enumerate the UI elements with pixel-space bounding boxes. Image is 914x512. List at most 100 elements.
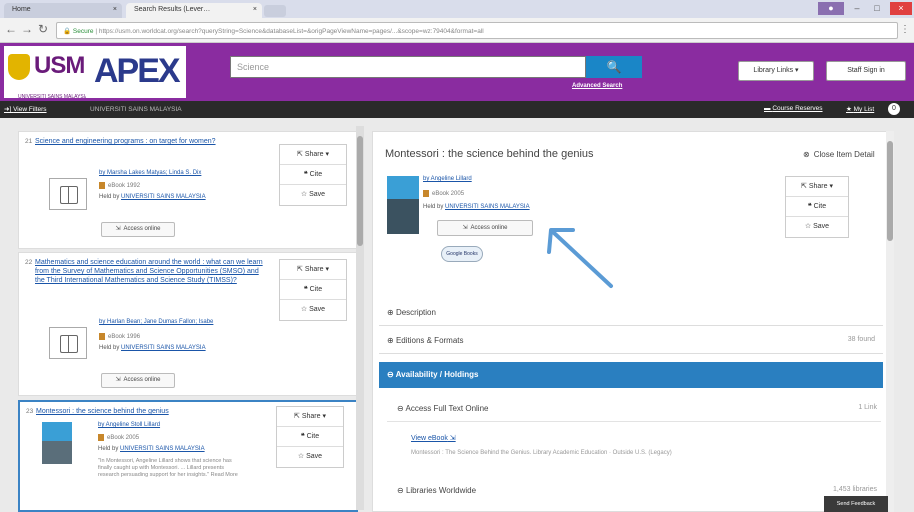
- usm-logo[interactable]: USM UNIVERSITI SAINS MALAYSIA: [4, 46, 502, 112]
- view-ebook-link[interactable]: View eBook ⇲: [411, 434, 456, 442]
- results-scrollbar[interactable]: [356, 126, 364, 510]
- browser-menu-icon[interactable]: ⋮: [900, 24, 910, 35]
- section-availability-holdings[interactable]: ⊖ Availability / Holdings: [379, 362, 883, 388]
- ebook-icon: [423, 190, 429, 197]
- lock-icon: 🔒: [63, 28, 73, 35]
- cite-label: Cite: [306, 433, 320, 440]
- share-button[interactable]: ⇱ Share ▾: [786, 177, 848, 197]
- back-icon[interactable]: ←: [4, 22, 18, 36]
- institution-label: UNIVERSITI SAINS MALAYSIA: [90, 106, 182, 113]
- access-full-text-row[interactable]: ⊖ Access Full Text Online 1 Link: [387, 396, 881, 422]
- detail-held-by-link[interactable]: UNIVERSITI SAINS MALAYSIA: [445, 204, 530, 210]
- url-text: https://usm.on.worldcat.org/search?query…: [98, 28, 484, 35]
- view-ebook-label: View eBook: [411, 435, 448, 442]
- staff-sign-in-button[interactable]: Staff Sign in: [826, 61, 906, 81]
- result-format: eBook 2005: [98, 434, 139, 441]
- share-label: Share ▾: [808, 183, 833, 190]
- result-format-text: eBook 2005: [107, 435, 140, 442]
- access-online-button[interactable]: ⇲ Access online: [101, 222, 175, 237]
- reload-icon[interactable]: ↻: [36, 22, 50, 36]
- window-close-icon[interactable]: ×: [890, 2, 912, 15]
- my-list-count-badge: 0: [888, 103, 900, 115]
- cite-button[interactable]: ❝ Cite: [277, 427, 343, 447]
- save-button[interactable]: ☆ Save: [280, 185, 346, 205]
- share-button[interactable]: ⇱ Share ▾: [280, 260, 346, 280]
- new-tab-button[interactable]: [264, 5, 286, 17]
- view-filters-label: View Filters: [13, 106, 47, 113]
- view-filters-link[interactable]: ➜] View Filters: [4, 105, 47, 113]
- scrollbar-thumb[interactable]: [887, 141, 893, 241]
- detail-format: eBook 2005: [423, 190, 464, 197]
- save-label: Save: [306, 453, 323, 460]
- site-header: USM UNIVERSITI SAINS MALAYSIA APEX Scien…: [0, 43, 914, 112]
- editions-count: 38 found: [847, 336, 875, 343]
- result-authors[interactable]: by Angeline Stoll Lillard: [98, 422, 160, 428]
- advanced-search-link[interactable]: Advanced Search: [572, 83, 622, 89]
- detail-scrollbar[interactable]: [886, 131, 894, 512]
- close-icon[interactable]: ×: [113, 6, 117, 13]
- result-number: 21: [25, 138, 33, 145]
- save-button[interactable]: ☆ Save: [786, 217, 848, 237]
- section-label: Access Full Text Online: [405, 404, 489, 413]
- minimize-icon[interactable]: –: [848, 2, 866, 15]
- section-editions-formats[interactable]: ⊕ Editions & Formats 38 found: [379, 328, 883, 354]
- scrollbar-thumb[interactable]: [357, 136, 363, 246]
- result-actions: ⇱ Share ▾ ❝ Cite ☆ Save: [276, 406, 344, 468]
- result-held-by-link[interactable]: UNIVERSITI SAINS MALAYSIA: [121, 194, 206, 200]
- section-description[interactable]: ⊕ Description: [379, 300, 883, 326]
- result-card: 21 Science and engineering programs : on…: [18, 131, 358, 249]
- library-links-button[interactable]: Library Links ▾: [738, 61, 814, 81]
- browser-tab-home[interactable]: Home ×: [4, 3, 122, 18]
- result-held-by-link[interactable]: UNIVERSITI SAINS MALAYSIA: [121, 345, 206, 351]
- result-held-by: Held by UNIVERSITI SAINS MALAYSIA: [99, 194, 206, 200]
- apex-logo[interactable]: APEX: [86, 46, 186, 98]
- result-held-by-link[interactable]: UNIVERSITI SAINS MALAYSIA: [120, 446, 205, 452]
- section-label: Editions & Formats: [395, 336, 464, 345]
- address-bar[interactable]: 🔒 Secure | https://usm.on.worldcat.org/s…: [56, 22, 898, 39]
- result-format-text: eBook 1996: [108, 334, 141, 341]
- search-button[interactable]: 🔍: [586, 56, 642, 78]
- cite-button[interactable]: ❝ Cite: [786, 197, 848, 217]
- apex-logo-text: APEX: [94, 52, 181, 90]
- annotation-arrow-icon: [547, 228, 613, 288]
- ebook-icon: [98, 434, 104, 441]
- section-label: Libraries Worldwide: [405, 486, 477, 495]
- share-label: Share ▾: [301, 413, 326, 420]
- close-icon[interactable]: ×: [253, 6, 257, 13]
- result-authors[interactable]: by Harlan Bean; Jane Dumas Fallon; Isabe: [99, 319, 213, 325]
- result-title-link[interactable]: Science and engineering programs : on ta…: [35, 137, 267, 146]
- held-by-label: Held by: [423, 204, 444, 210]
- share-button[interactable]: ⇱ Share ▾: [280, 145, 346, 165]
- access-online-button[interactable]: ⇲ Access online: [437, 220, 533, 236]
- result-title-link[interactable]: Montessori : the science behind the geni…: [36, 407, 268, 416]
- course-reserves-link[interactable]: ▬ Course Reserves: [764, 105, 823, 112]
- close-item-detail-button[interactable]: ⊗ Close Item Detail: [803, 150, 879, 159]
- google-books-button[interactable]: Google Books: [441, 246, 483, 262]
- access-online-button[interactable]: ⇲ Access online: [101, 373, 175, 388]
- result-title-link[interactable]: Mathematics and science education around…: [35, 258, 267, 285]
- user-profile-button[interactable]: ●: [818, 2, 844, 15]
- libraries-worldwide-row[interactable]: ⊖ Libraries Worldwide 1,453 libraries: [387, 478, 881, 504]
- browser-nav-bar: ← → ↻ 🔒 Secure | https://usm.on.worldcat…: [0, 18, 914, 43]
- result-held-by: Held by UNIVERSITI SAINS MALAYSIA: [99, 345, 206, 351]
- browser-tab-search[interactable]: Search Results (Lever… ×: [126, 3, 262, 18]
- share-button[interactable]: ⇱ Share ▾: [277, 407, 343, 427]
- close-circle-icon: ⊗: [803, 150, 810, 159]
- result-card-selected[interactable]: 23 Montessori : the science behind the g…: [18, 400, 358, 512]
- forward-icon[interactable]: →: [20, 22, 34, 36]
- maximize-icon[interactable]: □: [868, 2, 886, 15]
- result-held-by: Held by UNIVERSITI SAINS MALAYSIA: [98, 446, 205, 452]
- book-cover-image: [387, 176, 419, 234]
- save-button[interactable]: ☆ Save: [277, 447, 343, 467]
- result-format: eBook 1996: [99, 333, 140, 340]
- cite-button[interactable]: ❝ Cite: [280, 280, 346, 300]
- cite-button[interactable]: ❝ Cite: [280, 165, 346, 185]
- cite-label: Cite: [309, 171, 323, 178]
- send-feedback-button[interactable]: Send Feedback: [824, 496, 888, 512]
- ebook-description: Montessori : The Science Behind the Geni…: [411, 450, 672, 456]
- search-input[interactable]: Science: [230, 56, 586, 78]
- result-authors[interactable]: by Marsha Lakes Matyas; Linda S. Dix: [99, 170, 201, 176]
- my-list-link[interactable]: ★ My List: [846, 105, 874, 113]
- save-button[interactable]: ☆ Save: [280, 300, 346, 320]
- detail-authors[interactable]: by Angeline Lillard: [423, 176, 472, 182]
